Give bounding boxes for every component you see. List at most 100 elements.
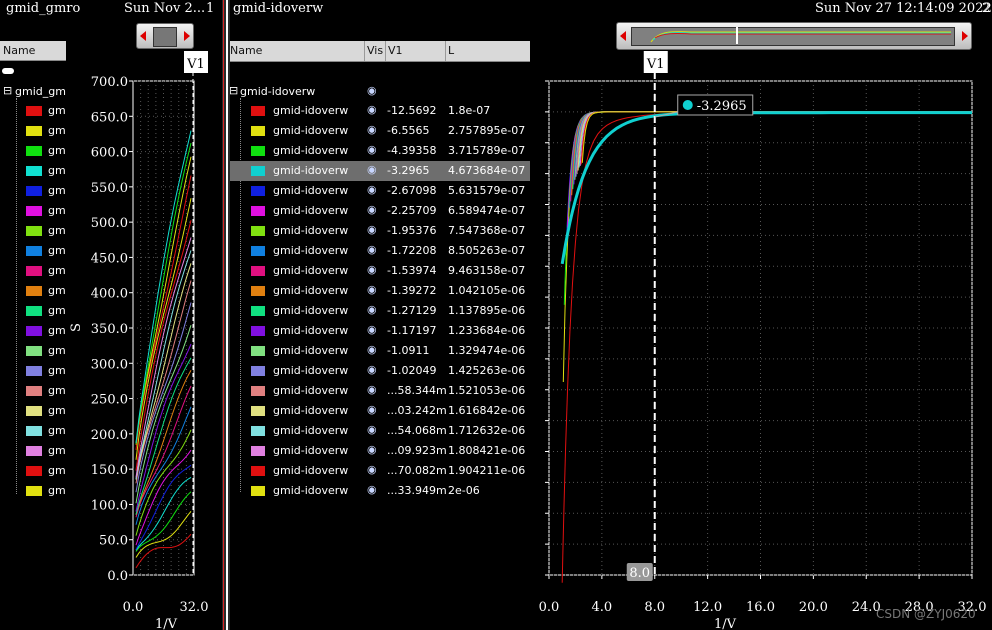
trace-row[interactable]: gmid-idoverw ◉ -2.67098 5.631579e-07 — [230, 181, 530, 201]
trace-color-swatch — [26, 346, 42, 356]
visibility-eye-icon[interactable]: ◉ — [367, 303, 377, 316]
collapse-icon[interactable]: ⊟ — [229, 84, 238, 97]
visibility-eye-icon[interactable]: ◉ — [367, 243, 377, 256]
scroll-left-icon[interactable] — [620, 31, 626, 41]
trace-row[interactable]: gmid-idoverw ◉ -2.25709 6.589474e-07 — [230, 201, 530, 221]
trace-color-swatch — [26, 486, 42, 496]
left-trace-item[interactable]: gm — [0, 161, 66, 181]
visibility-eye-icon[interactable]: ◉ — [367, 263, 377, 276]
left-trace-item[interactable]: gm — [0, 421, 66, 441]
visibility-eye-icon[interactable]: ◉ — [367, 403, 377, 416]
left-trace-item[interactable]: gm — [0, 121, 66, 141]
visibility-eye-icon[interactable]: ◉ — [367, 343, 377, 356]
left-trace-item[interactable]: gm — [0, 381, 66, 401]
left-trace-item[interactable]: gm — [0, 461, 66, 481]
visibility-eye-icon[interactable]: ◉ — [367, 443, 377, 456]
visibility-eye-icon[interactable]: ◉ — [367, 363, 377, 376]
left-trace-item[interactable]: gm — [0, 241, 66, 261]
trace-row[interactable]: gmid-idoverw ◉ -12.5692 1.8e-07 — [230, 101, 530, 121]
visibility-eye-icon[interactable]: ◉ — [367, 123, 377, 136]
trace-row[interactable]: gmid-idoverw ◉ -3.2965 4.673684e-07 — [230, 161, 530, 181]
trace-row[interactable]: gmid-idoverw ◉ -6.5565 2.757895e-07 — [230, 121, 530, 141]
right-trace-curve[interactable] — [562, 111, 972, 383]
left-tree-group[interactable]: ⊟ gmid_gm — [0, 84, 66, 98]
left-trace-item[interactable]: gm — [0, 481, 66, 501]
scroll-right-icon[interactable] — [184, 31, 190, 41]
right-trace-curve[interactable] — [575, 111, 972, 177]
visibility-eye-icon[interactable]: ◉ — [367, 423, 377, 436]
right-trace-curve[interactable] — [565, 111, 972, 244]
left-overview-scrubber[interactable] — [136, 23, 194, 49]
right-trace-curve[interactable] — [570, 111, 972, 202]
trace-row[interactable]: gmid-idoverw ◉ ...58.344m 1.521053e-06 — [230, 381, 530, 401]
left-trace-item[interactable]: gm — [0, 441, 66, 461]
scrubber-handle[interactable] — [153, 27, 177, 47]
trace-row[interactable]: gmid-idoverw ◉ ...70.082m 1.904211e-06 — [230, 461, 530, 481]
right-trace-curve[interactable] — [561, 111, 972, 583]
trace-row[interactable]: gmid-idoverw ◉ -1.27129 1.137895e-06 — [230, 301, 530, 321]
trace-row[interactable]: gmid-idoverw ◉ ...03.242m 1.616842e-06 — [230, 401, 530, 421]
y-tick-label: 0.0 — [107, 569, 128, 584]
left-name-column-header[interactable]: Name — [0, 41, 66, 61]
trace-row[interactable]: gmid-idoverw ◉ -1.39272 1.042105e-06 — [230, 281, 530, 301]
visibility-eye-icon[interactable]: ◉ — [367, 203, 377, 216]
left-trace-item[interactable]: gm — [0, 221, 66, 241]
column-l-header[interactable]: L — [445, 41, 533, 61]
left-trace-item[interactable]: gm — [0, 101, 66, 121]
left-trace-item[interactable]: gm — [0, 341, 66, 361]
right-trace-curve[interactable] — [574, 111, 972, 180]
trace-row[interactable]: gmid-idoverw ◉ -1.95376 7.547368e-07 — [230, 221, 530, 241]
right-trace-curve[interactable] — [572, 111, 972, 190]
visibility-eye-icon[interactable]: ◉ — [367, 463, 377, 476]
left-trace-item[interactable]: gm — [0, 181, 66, 201]
selected-trace-curve[interactable] — [560, 111, 972, 265]
scroll-left-icon[interactable] — [140, 31, 146, 41]
trace-row[interactable]: gmid-idoverw ◉ -1.72208 8.505263e-07 — [230, 241, 530, 261]
left-scroll-thumb[interactable] — [2, 68, 14, 74]
column-vis-header[interactable]: Vis — [364, 41, 387, 61]
trace-row[interactable]: gmid-idoverw ◉ -4.39358 3.715789e-07 — [230, 141, 530, 161]
visibility-eye-icon[interactable]: ◉ — [367, 163, 377, 176]
right-trace-curve[interactable] — [567, 111, 973, 228]
right-tree-group[interactable]: ⊟ gmid-idoverw ◉ — [229, 84, 530, 98]
trace-row[interactable]: gmid-idoverw ◉ -1.0911 1.329474e-06 — [230, 341, 530, 361]
left-trace-item[interactable]: gm — [0, 301, 66, 321]
trace-row[interactable]: gmid-idoverw ◉ -1.53974 9.463158e-07 — [230, 261, 530, 281]
column-v1-header[interactable]: V1 — [385, 41, 446, 61]
right-trace-curve[interactable] — [563, 111, 972, 305]
trace-row[interactable]: gmid-idoverw ◉ ...09.923m 1.808421e-06 — [230, 441, 530, 461]
column-name-header[interactable]: Name — [230, 41, 362, 61]
trace-v1-value: -12.5692 — [387, 104, 437, 117]
visibility-eye-icon[interactable]: ◉ — [367, 323, 377, 336]
trace-row[interactable]: gmid-idoverw ◉ ...54.068m 1.712632e-06 — [230, 421, 530, 441]
left-trace-item[interactable]: gm — [0, 281, 66, 301]
left-trace-label: gm — [48, 104, 66, 117]
left-trace-item[interactable]: gm — [0, 201, 66, 221]
visibility-eye-icon[interactable]: ◉ — [367, 383, 377, 396]
right-chart[interactable]: 0.04.08.012.016.020.024.028.032.020.00.0… — [530, 50, 992, 630]
left-trace-curve[interactable] — [135, 476, 192, 551]
visibility-eye-icon[interactable]: ◉ — [367, 283, 377, 296]
group-visibility-eye-icon[interactable]: ◉ — [367, 84, 377, 97]
right-overview-scrubber[interactable] — [616, 22, 972, 50]
right-trace-curve[interactable] — [568, 111, 972, 217]
trace-row[interactable]: gmid-idoverw ◉ -1.02049 1.425263e-06 — [230, 361, 530, 381]
left-chart[interactable]: 700.0 650.0 600.0 550.0 500.0 450.0 400.0 350.0… — [66, 50, 222, 630]
right-trace-curve[interactable] — [569, 111, 972, 208]
visibility-eye-icon[interactable]: ◉ — [367, 183, 377, 196]
scroll-right-icon[interactable] — [962, 31, 968, 41]
left-trace-item[interactable]: gm — [0, 141, 66, 161]
visibility-eye-icon[interactable]: ◉ — [367, 103, 377, 116]
left-trace-item[interactable]: gm — [0, 401, 66, 421]
visibility-eye-icon[interactable]: ◉ — [367, 143, 377, 156]
visibility-eye-icon[interactable]: ◉ — [367, 223, 377, 236]
left-trace-item[interactable]: gm — [0, 261, 66, 281]
visibility-eye-icon[interactable]: ◉ — [367, 483, 377, 496]
left-trace-item[interactable]: gm — [0, 361, 66, 381]
trace-row[interactable]: gmid-idoverw ◉ ...33.949m 2e-06 — [230, 481, 530, 501]
left-trace-curve[interactable] — [135, 533, 192, 569]
left-trace-item[interactable]: gm — [0, 321, 66, 341]
right-trace-curve[interactable] — [571, 111, 972, 196]
collapse-icon[interactable]: ⊟ — [3, 84, 12, 97]
trace-row[interactable]: gmid-idoverw ◉ -1.17197 1.233684e-06 — [230, 321, 530, 341]
